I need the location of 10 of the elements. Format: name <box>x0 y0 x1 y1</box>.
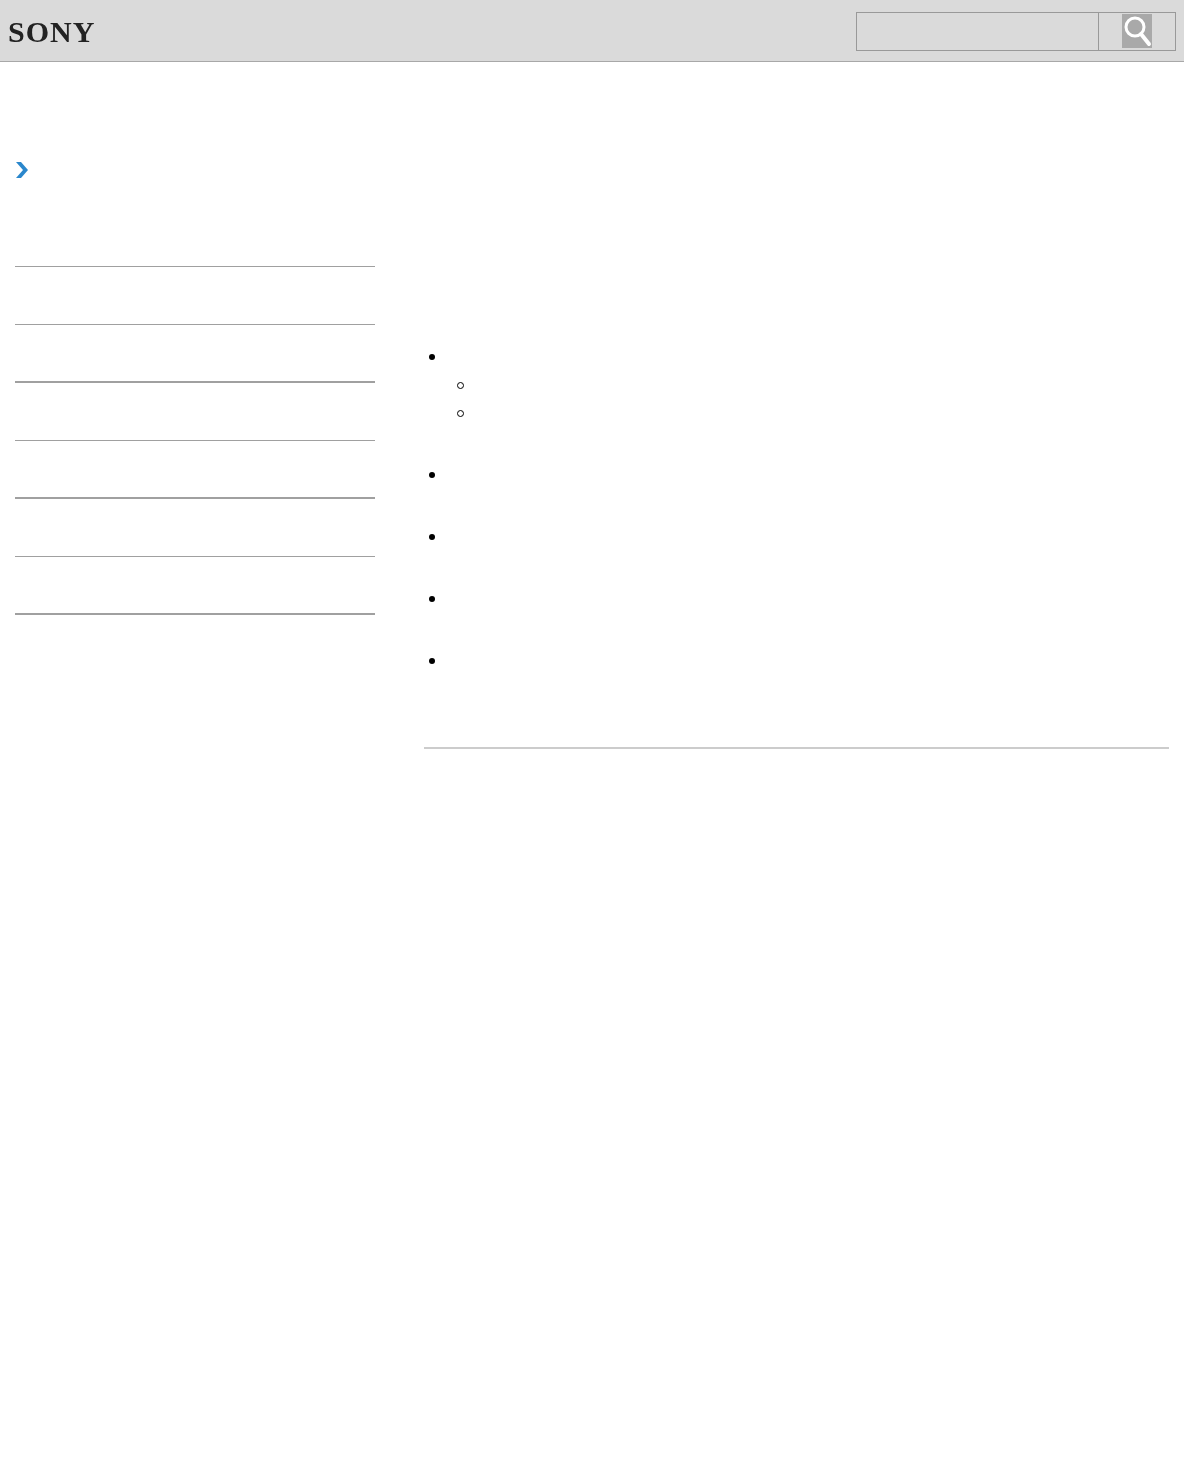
logo[interactable]: SONY <box>8 14 96 49</box>
bullet-icon <box>429 472 435 478</box>
search-button[interactable] <box>1099 11 1176 51</box>
chevron-icon[interactable] <box>13 160 31 180</box>
bullet-icon <box>429 534 435 540</box>
bullet-icon <box>429 354 435 360</box>
search-icon <box>1122 14 1152 48</box>
bullet-icon <box>429 596 435 602</box>
bullet-icon <box>429 658 435 664</box>
search-field[interactable] <box>856 11 1099 51</box>
